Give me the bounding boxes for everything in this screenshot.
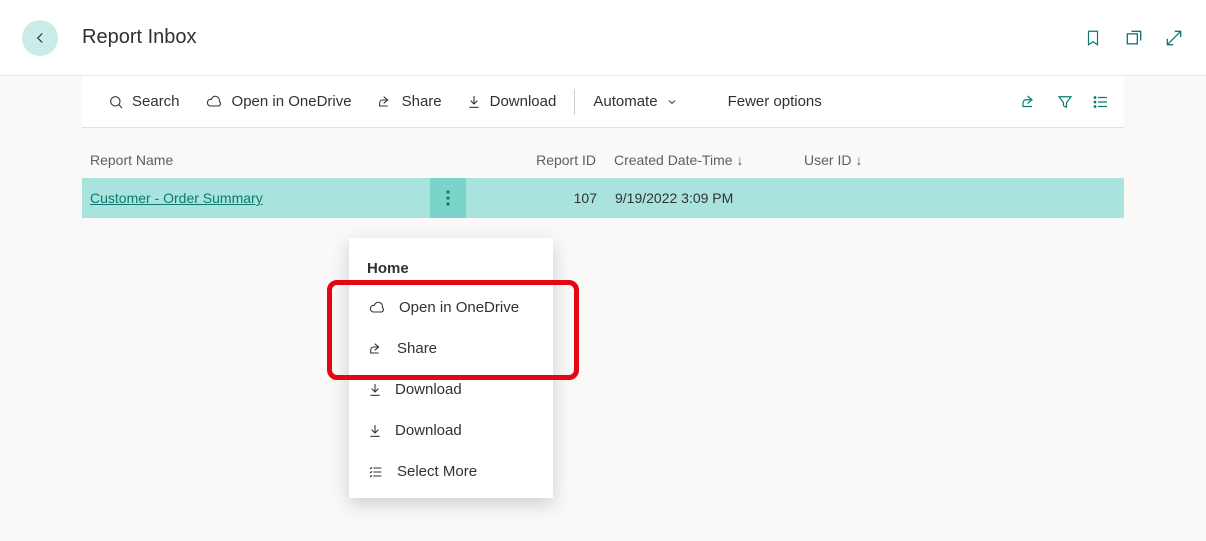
search-label: Search: [132, 93, 180, 110]
cloud-icon: [204, 94, 224, 110]
list-icon[interactable]: [1092, 93, 1110, 111]
chevron-down-icon: [666, 96, 678, 108]
header-actions: [1084, 28, 1184, 48]
content-card: Search Open in OneDrive Share Download A…: [82, 76, 1124, 218]
fewer-options-button[interactable]: Fewer options: [716, 76, 834, 127]
menu-download-2-label: Download: [395, 422, 462, 439]
share-out-icon[interactable]: [1020, 93, 1038, 111]
share-icon: [376, 94, 394, 110]
context-menu: Home Open in OneDrive Share Download Dow…: [349, 238, 553, 498]
column-report-id[interactable]: Report ID: [520, 152, 614, 168]
popout-icon[interactable]: [1124, 28, 1144, 48]
menu-download-2[interactable]: Download: [349, 410, 553, 451]
download-icon: [367, 423, 383, 439]
column-created[interactable]: Created Date-Time↓: [614, 152, 804, 168]
toolbar-separator: [574, 89, 575, 115]
column-report-name-label: Report Name: [90, 152, 173, 168]
menu-share-label: Share: [397, 340, 437, 357]
search-button[interactable]: Search: [96, 76, 192, 127]
sort-down-icon: ↓: [855, 152, 862, 168]
download-button[interactable]: Download: [454, 76, 569, 127]
column-report-name[interactable]: Report Name: [90, 152, 520, 168]
context-menu-header: Home: [349, 244, 553, 287]
column-user-id-label: User ID: [804, 152, 851, 168]
cloud-icon: [367, 300, 387, 316]
download-icon: [466, 94, 482, 110]
row-more-button[interactable]: [430, 178, 466, 218]
menu-open-onedrive-label: Open in OneDrive: [399, 299, 519, 316]
menu-open-onedrive[interactable]: Open in OneDrive: [349, 287, 553, 328]
page-header: Report Inbox: [0, 0, 1206, 76]
cell-created: 9/19/2022 3:09 PM: [615, 190, 805, 206]
grid-header: Report Name Report ID Created Date-Time↓…: [82, 152, 1124, 178]
menu-download-1[interactable]: Download: [349, 369, 553, 410]
filter-icon[interactable]: [1056, 93, 1074, 111]
arrow-left-icon: [31, 29, 49, 47]
bookmark-icon[interactable]: [1084, 28, 1104, 48]
open-onedrive-label: Open in OneDrive: [232, 93, 352, 110]
expand-icon[interactable]: [1164, 28, 1184, 48]
share-icon: [367, 341, 385, 357]
cell-report-name[interactable]: Customer - Order Summary: [90, 190, 430, 206]
menu-share[interactable]: Share: [349, 328, 553, 369]
more-vertical-icon: [446, 190, 450, 206]
sort-down-icon: ↓: [737, 152, 744, 168]
cell-report-id: 107: [520, 190, 615, 206]
menu-select-more[interactable]: Select More: [349, 451, 553, 492]
select-more-icon: [367, 464, 385, 480]
toolbar: Search Open in OneDrive Share Download A…: [82, 76, 1124, 128]
menu-download-1-label: Download: [395, 381, 462, 398]
share-button[interactable]: Share: [364, 76, 454, 127]
automate-button[interactable]: Automate: [581, 76, 689, 127]
share-label: Share: [402, 93, 442, 110]
grid: Report Name Report ID Created Date-Time↓…: [82, 128, 1124, 218]
column-created-label: Created Date-Time: [614, 152, 733, 168]
toolbar-right: [1020, 93, 1110, 111]
column-user-id[interactable]: User ID↓: [804, 152, 904, 168]
automate-label: Automate: [593, 93, 657, 110]
table-row[interactable]: Customer - Order Summary 107 9/19/2022 3…: [82, 178, 1124, 218]
back-button[interactable]: [22, 20, 58, 56]
search-icon: [108, 94, 124, 110]
menu-select-more-label: Select More: [397, 463, 477, 480]
open-onedrive-button[interactable]: Open in OneDrive: [192, 76, 364, 127]
column-report-id-label: Report ID: [536, 152, 596, 168]
download-label: Download: [490, 93, 557, 110]
fewer-options-label: Fewer options: [728, 93, 822, 110]
download-icon: [367, 382, 383, 398]
page-title: Report Inbox: [82, 26, 197, 49]
